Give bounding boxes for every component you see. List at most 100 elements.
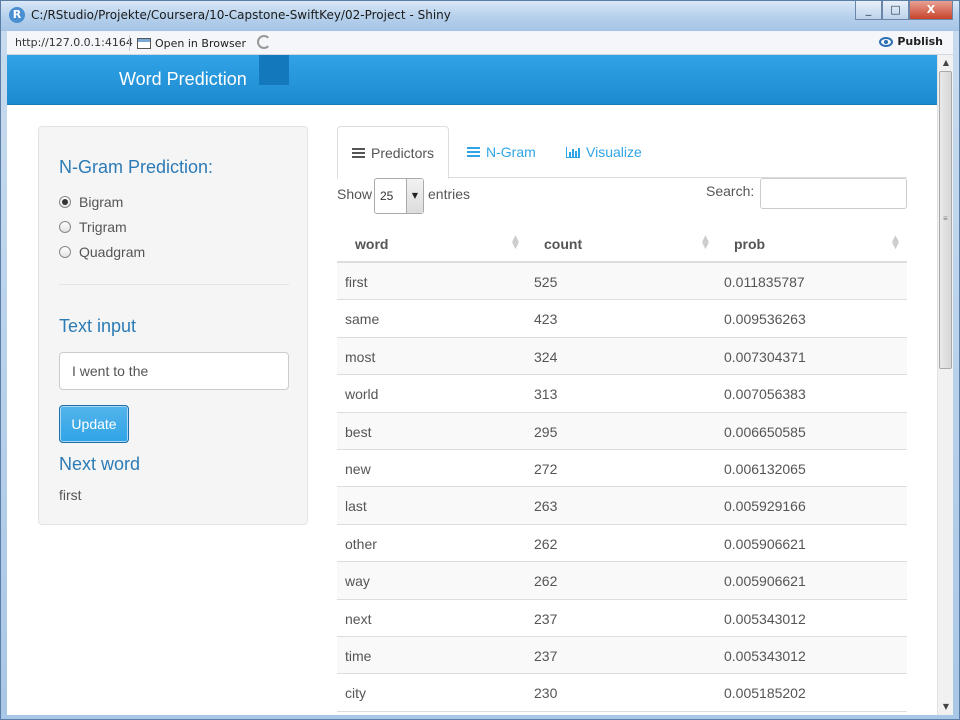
minimize-button[interactable]: _: [855, 1, 882, 20]
tab-predictors[interactable]: Predictors: [337, 126, 450, 179]
table-row[interactable]: first 525 0.011835787: [337, 263, 907, 301]
table-cell-prob: 0.007304371: [724, 348, 806, 365]
sort-icon[interactable]: ▲ ▼: [512, 235, 519, 251]
table-row[interactable]: same 423 0.009536263: [337, 300, 907, 338]
radio-button[interactable]: [59, 221, 71, 233]
table-cell-count: 423: [534, 311, 558, 328]
scrollbar-thumb[interactable]: ≡: [939, 71, 952, 369]
window-title: C:/RStudio/Projekte/Coursera/10-Capstone…: [31, 8, 451, 22]
table-cell-prob: 0.006132065: [724, 460, 806, 477]
table-row[interactable]: world 313 0.007056383: [337, 375, 907, 413]
table-cell-prob: 0.005929166: [724, 498, 806, 515]
column-header-prob[interactable]: prob: [734, 236, 765, 252]
toolbar-divider: [129, 35, 130, 51]
table-cell-count: 324: [534, 348, 558, 365]
table-cell-word: last: [345, 498, 367, 515]
column-header-count[interactable]: count: [544, 236, 582, 252]
list-icon: [467, 147, 480, 157]
r-icon: R: [9, 7, 25, 23]
radio-trigram[interactable]: Trigram: [59, 219, 127, 235]
table-row[interactable]: next 237 0.005343012: [337, 600, 907, 637]
search-label: Search:: [706, 183, 755, 199]
sort-icon[interactable]: ▲ ▼: [702, 235, 709, 251]
open-in-browser-label: Open in Browser: [155, 36, 246, 50]
open-in-browser-button[interactable]: Open in Browser: [137, 34, 246, 52]
navbar-toggle[interactable]: [259, 55, 289, 85]
table-row[interactable]: other 262 0.005906621: [337, 525, 907, 563]
table-cell-prob: 0.005906621: [724, 573, 806, 590]
show-label: Show: [337, 186, 373, 202]
sidebar-divider: [59, 284, 289, 285]
table-cell-word: most: [345, 348, 376, 365]
table-cell-count: 295: [534, 423, 558, 440]
table-cell-word: other: [345, 535, 377, 552]
maximize-button[interactable]: □: [882, 1, 909, 20]
viewer-toolbar: http://127.0.0.1:4164 Open in Browser Pu…: [7, 31, 953, 55]
navbar-brand[interactable]: Word Prediction: [119, 69, 247, 90]
publish-icon: [879, 36, 894, 47]
table-cell-prob: 0.005185202: [724, 685, 806, 702]
text-input-field[interactable]: I went to the: [59, 352, 289, 390]
navbar: Word Prediction: [7, 55, 937, 105]
table-row[interactable]: new 272 0.006132065: [337, 450, 907, 488]
shiny-window: R C:/RStudio/Projekte/Coursera/10-Capsto…: [0, 0, 960, 720]
table-row[interactable]: time 237 0.005343012: [337, 636, 907, 675]
radio-bigram[interactable]: Bigram: [59, 194, 123, 210]
radio-button[interactable]: [59, 246, 71, 258]
table-row[interactable]: best 295 0.006650585: [337, 412, 907, 450]
table-cell-word: time: [345, 647, 372, 664]
table-cell-count: 262: [534, 573, 558, 590]
entries-label: entries: [428, 186, 471, 202]
table-cell-count: 237: [534, 647, 558, 664]
table-cell-word: best: [345, 423, 372, 440]
vertical-scrollbar[interactable]: ▲ ≡ ▼: [937, 55, 953, 715]
table-cell-count: 262: [534, 535, 558, 552]
table-cell-word: city: [345, 685, 366, 702]
table-cell-word: way: [345, 573, 370, 590]
ngram-heading: N-Gram Prediction:: [59, 157, 214, 177]
tab-visualize[interactable]: Visualize: [552, 126, 656, 178]
bar-chart-icon: [566, 146, 580, 158]
table-row[interactable]: city 230 0.005185202: [337, 674, 907, 712]
table-cell-word: new: [345, 460, 371, 477]
entries-select[interactable]: 25 ▼: [374, 178, 424, 214]
table-cell-prob: 0.005906621: [724, 535, 806, 552]
table-cell-count: 313: [534, 386, 558, 403]
table-header: word ▲ ▼ count ▲ ▼ prob ▲ ▼: [337, 226, 907, 263]
sidebar-panel: N-Gram Prediction: Bigram Trigram Quadgr…: [38, 126, 308, 525]
table-cell-word: world: [345, 386, 379, 403]
table-cell-count: 230: [534, 685, 558, 702]
scroll-up-icon[interactable]: ▲: [938, 55, 953, 71]
table-cell-word: next: [345, 610, 372, 627]
scroll-down-icon[interactable]: ▼: [938, 699, 953, 715]
publish-button[interactable]: Publish: [879, 35, 943, 48]
list-icon: [352, 147, 365, 158]
radio-button-checked[interactable]: [59, 196, 71, 208]
table-body: first 525 0.011835787 same 423 0.009536263 mos…: [337, 263, 907, 712]
predictors-table: word ▲ ▼ count ▲ ▼ prob ▲ ▼ first 525 0.01183…: [337, 226, 907, 712]
tab-label: N-Gram: [486, 144, 536, 160]
table-cell-prob: 0.005343012: [724, 610, 806, 627]
table-cell-count: 263: [534, 498, 558, 515]
table-cell-prob: 0.006650585: [724, 423, 806, 440]
next-word-output: first: [59, 487, 82, 503]
publish-label: Publish: [897, 35, 943, 48]
search-input[interactable]: [760, 178, 907, 209]
sort-icon[interactable]: ▲ ▼: [892, 235, 899, 251]
table-cell-prob: 0.005343012: [724, 647, 806, 664]
table-row[interactable]: last 263 0.005929166: [337, 487, 907, 525]
refresh-icon[interactable]: [257, 35, 271, 49]
close-button[interactable]: X: [909, 1, 953, 20]
tab-label: Visualize: [586, 144, 642, 160]
tab-ngram[interactable]: N-Gram: [453, 126, 550, 178]
chevron-down-icon[interactable]: ▼: [406, 179, 423, 213]
update-button[interactable]: Update: [59, 405, 129, 443]
table-row[interactable]: most 324 0.007304371: [337, 337, 907, 376]
table-cell-prob: 0.009536263: [724, 311, 806, 328]
radio-quadgram[interactable]: Quadgram: [59, 244, 145, 260]
title-bar: R C:/RStudio/Projekte/Coursera/10-Capsto…: [1, 1, 959, 31]
tab-label: Predictors: [371, 144, 435, 161]
table-row[interactable]: way 262 0.005906621: [337, 562, 907, 600]
column-header-word[interactable]: word: [355, 236, 388, 252]
window-controls: _ □ X: [855, 1, 953, 20]
